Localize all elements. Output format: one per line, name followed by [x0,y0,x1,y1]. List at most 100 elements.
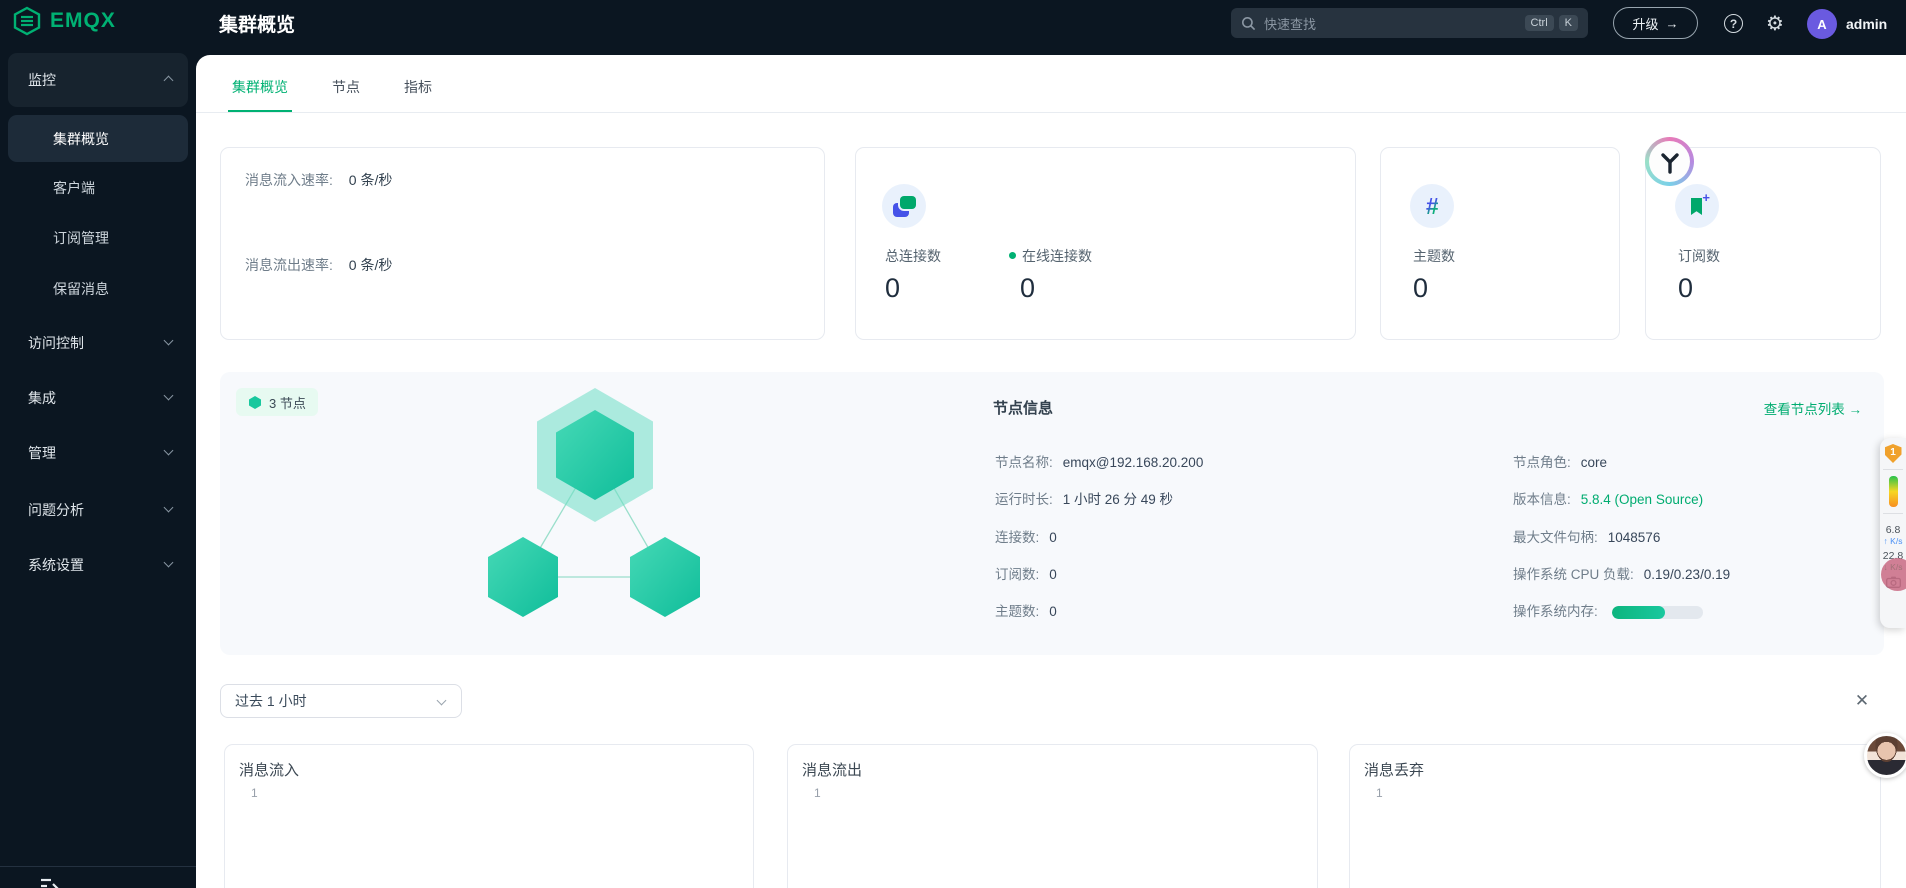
topbar: 集群概览 快速查找 Ctrl K 升级 → ? ⚙ A admin [196,0,1906,55]
version-link[interactable]: 5.8.4 (Open Source) [1581,492,1703,507]
topics-row: 主题数: 0 [995,604,1057,619]
brand-name: EMQX [50,9,116,32]
total-connections-label: 总连接数 [885,248,941,264]
gradient-meter-icon [1888,476,1898,507]
msg-in-rate-label: 消息流入速率: [245,172,333,188]
search-input[interactable]: 快速查找 Ctrl K [1231,8,1588,38]
node-role-row: 节点角色: core [1513,455,1608,470]
node-count-badge: 3 节点 [236,388,318,416]
total-connections-value: 0 [885,273,901,303]
upload-speed-value: 6.8 [1885,524,1901,536]
sidebar-item-label: 客户端 [53,180,95,196]
sidebar-group-label: 访问控制 [28,335,84,351]
node-info-title: 节点信息 [993,400,1054,417]
close-icon[interactable]: ✕ [1845,684,1879,718]
monitor-side-widget[interactable]: 1 6.8 ↑ K/s 22.8 ↓ K/s [1880,438,1906,628]
subscriptions-row: 订阅数: 0 [995,567,1057,582]
node-info-section: 3 节点 节点信息 查看节点列表 → 节点名称: emqx@192.168.20… [220,372,1884,655]
upgrade-label: 升级 [1632,16,1659,32]
topics-label: 主题数 [1413,248,1455,264]
gear-icon[interactable]: ⚙ [1764,12,1786,35]
chevron-down-icon [163,502,174,513]
sidebar-group-access-control[interactable]: 访问控制 [0,332,196,354]
kbd-k: K [1558,15,1578,31]
widget-divider [1883,469,1903,470]
pink-overlay-circle [1881,558,1906,591]
page-title: 集群概览 [219,15,296,36]
chart-title: 消息丢弃 [1364,762,1425,779]
user-avatar[interactable]: A [1807,9,1837,39]
upload-speed-unit: ↑ K/s [1883,536,1903,546]
assistant-avatar[interactable] [1864,733,1906,778]
time-range-value: 过去 1 小时 [235,693,307,709]
chevron-down-icon [163,390,174,401]
y-axis-tick: 1 [814,786,821,800]
widget-divider [1883,513,1903,514]
sidebar-group-monitoring[interactable]: 监控 [8,53,188,107]
chart-title: 消息流入 [239,762,300,779]
tab-cluster-overview[interactable]: 集群概览 [228,77,292,112]
connections-row: 连接数: 0 [995,530,1057,545]
sidebar-group-management[interactable]: 管理 [0,442,196,464]
live-connections-value: 0 [1020,273,1036,303]
tab-nodes[interactable]: 节点 [328,77,364,112]
messages-out-chart-card: 消息流出 1 [787,744,1318,888]
uptime-row: 运行时长: 1 小时 26 分 49 秒 [995,492,1174,507]
emqx-logo[interactable]: EMQX [13,6,116,36]
msg-out-rate-row: 消息流出速率: 0 条/秒 [245,255,392,275]
connections-icon [882,184,926,228]
sidebar-item-subscriptions[interactable]: 订阅管理 [0,227,196,249]
search-icon [1241,16,1256,31]
messages-in-chart-card: 消息流入 1 [224,744,754,888]
sidebar-group-label: 系统设置 [28,557,84,573]
sidebar-item-label: 订阅管理 [53,230,109,246]
username[interactable]: admin [1846,16,1887,32]
sidebar-group-label: 监控 [28,72,56,88]
sidebar-divider [0,866,196,867]
memory-progress-fill [1612,606,1665,619]
sidebar-group-integrations[interactable]: 集成 [0,387,196,409]
time-range-select[interactable]: 过去 1 小时 [220,684,462,718]
tab-metrics[interactable]: 指标 [400,77,436,112]
chevron-down-icon [163,335,174,346]
main-content: 集群概览 节点 指标 消息流入速率: 0 条/秒 消息流出速率: 0 条/秒 总… [196,55,1906,888]
arrow-right-icon: → [1665,15,1679,31]
message-rate-card: 消息流入速率: 0 条/秒 消息流出速率: 0 条/秒 [220,147,825,340]
search-placeholder: 快速查找 [1264,16,1317,32]
floating-extension-button[interactable] [1645,137,1694,186]
sidebar-group-label: 问题分析 [28,502,84,518]
max-fds-row: 最大文件句柄: 1048576 [1513,530,1661,545]
sidebar-item-label: 保留消息 [53,281,109,297]
sidebar: EMQX 监控 集群概览 客户端 订阅管理 保留消息 访问控制 集成 管理 问题… [0,0,196,888]
live-dot-icon [1009,252,1016,259]
msg-in-rate-row: 消息流入速率: 0 条/秒 [245,170,392,190]
version-row: 版本信息: 5.8.4 (Open Source) [1513,492,1704,507]
sidebar-collapse-button[interactable] [38,875,64,888]
view-node-list-link[interactable]: 查看节点列表 → [1764,398,1862,418]
sidebar-item-cluster-overview[interactable]: 集群概览 [8,115,188,162]
tab-bar: 集群概览 节点 指标 [196,55,1906,113]
memory-row: 操作系统内存: [1513,604,1598,619]
chevron-down-icon [436,695,447,706]
help-icon[interactable]: ? [1724,14,1743,33]
chevron-down-icon [163,445,174,456]
sidebar-group-label: 管理 [28,445,56,461]
sidebar-group-system-settings[interactable]: 系统设置 [0,554,196,576]
subscriptions-value: 0 [1678,273,1694,303]
subscriptions-icon: + [1675,184,1719,228]
hexagon-icon [249,395,261,409]
emqx-dashboard: EMQX 监控 集群概览 客户端 订阅管理 保留消息 访问控制 集成 管理 问题… [0,0,1906,888]
y-axis-tick: 1 [251,786,258,800]
upgrade-button[interactable]: 升级 → [1613,7,1698,39]
chevron-up-icon [163,75,174,86]
sidebar-item-clients[interactable]: 客户端 [0,177,196,199]
sidebar-item-retained-messages[interactable]: 保留消息 [0,278,196,300]
msg-in-rate-value: 0 条/秒 [348,172,393,188]
cpu-load-row: 操作系统 CPU 负载: 0.19/0.23/0.19 [1513,567,1731,582]
chart-title: 消息流出 [802,762,863,779]
emqx-logo-icon [13,6,41,36]
msg-out-rate-value: 0 条/秒 [348,257,393,273]
messages-dropped-chart-card: 消息丢弃 1 [1349,744,1881,888]
sidebar-group-diagnose[interactable]: 问题分析 [0,499,196,521]
msg-out-rate-label: 消息流出速率: [245,257,333,273]
